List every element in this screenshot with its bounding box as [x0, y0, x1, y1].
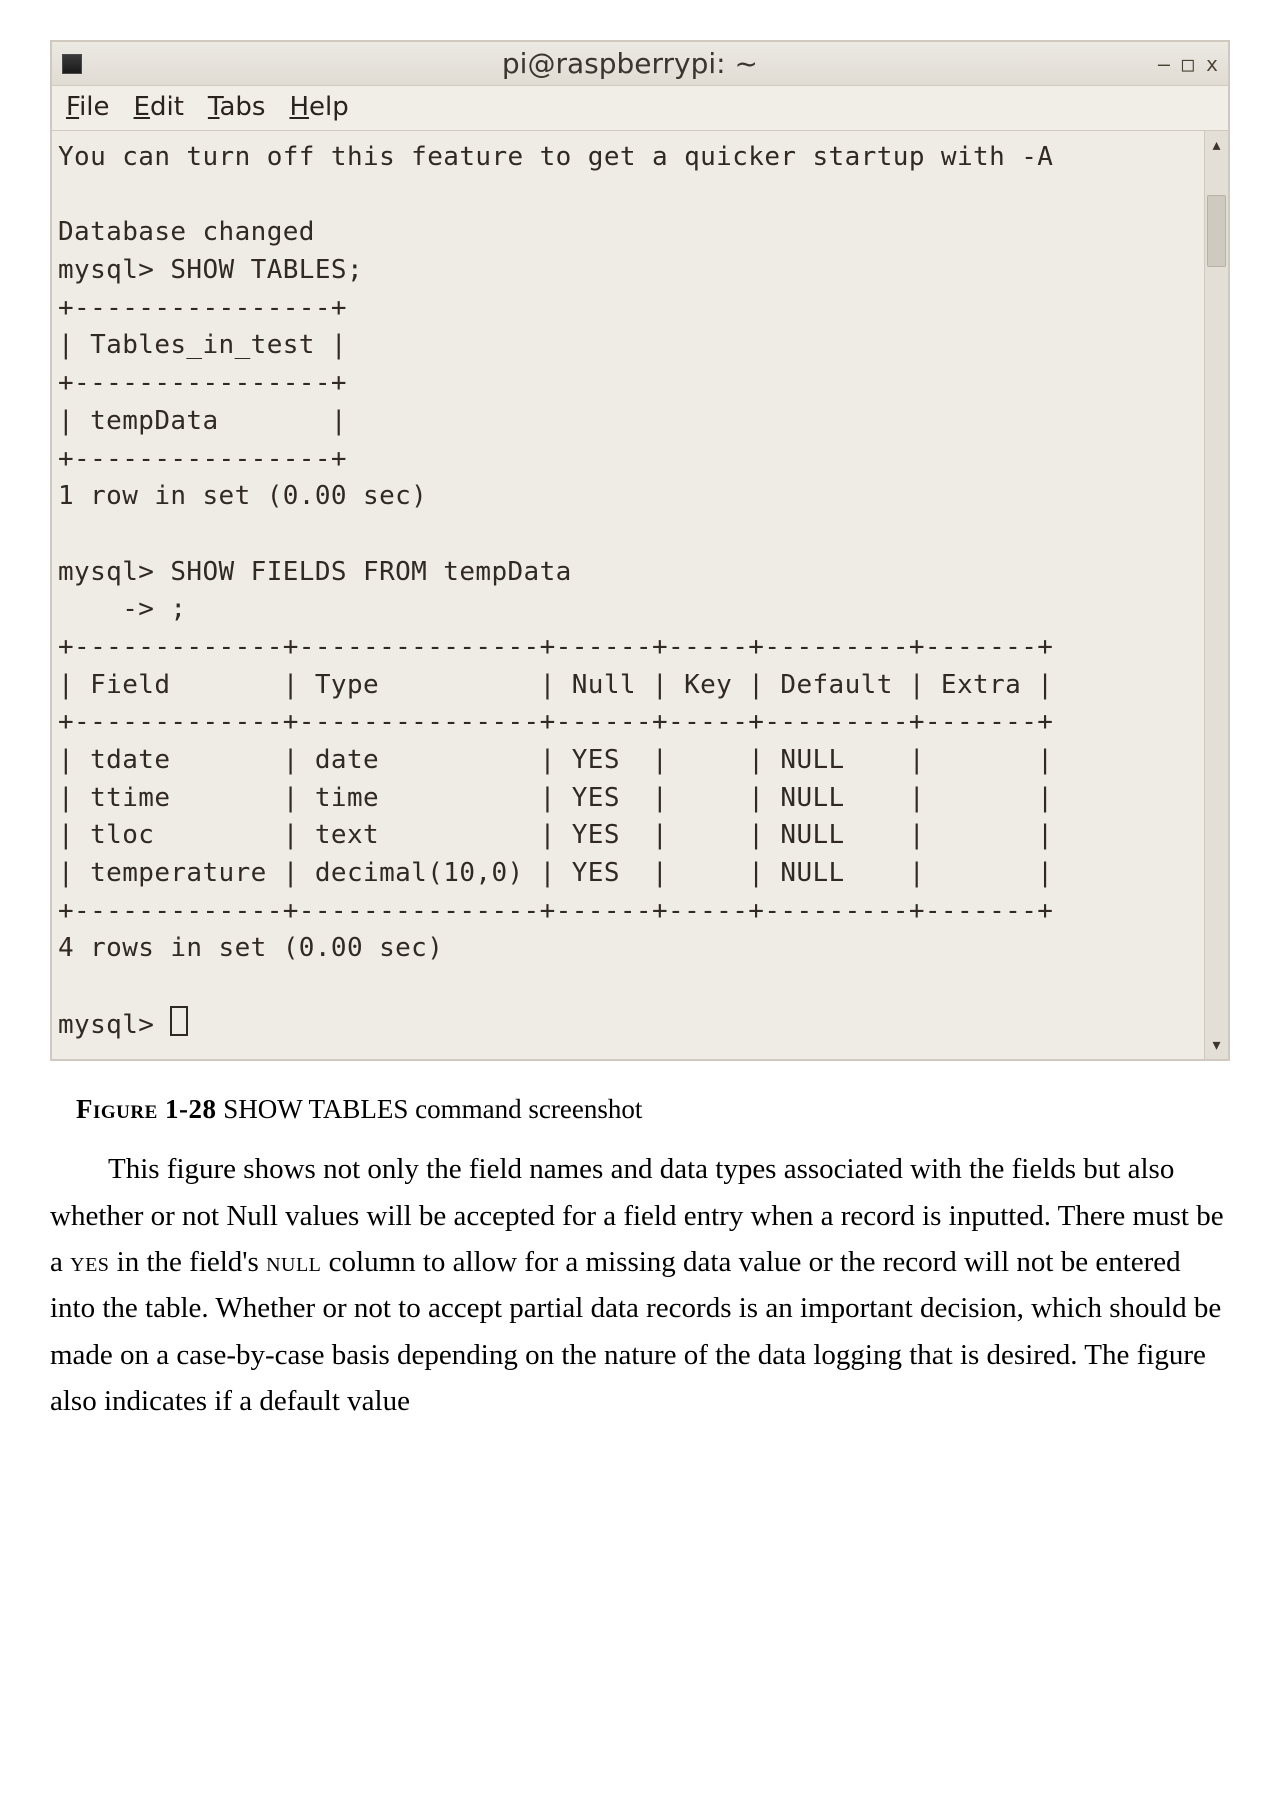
minimize-button[interactable]: –	[1158, 54, 1170, 74]
terminal-line: +----------------+	[58, 368, 347, 398]
scroll-down-icon[interactable]: ▾	[1212, 1035, 1220, 1055]
menu-file[interactable]: File	[66, 92, 110, 122]
close-button[interactable]: x	[1206, 54, 1218, 74]
scroll-thumb[interactable]	[1207, 195, 1226, 267]
maximize-button[interactable]: □	[1182, 54, 1194, 74]
terminal-line: +-------------+---------------+------+--…	[58, 896, 1053, 926]
menu-help[interactable]: Help	[289, 92, 348, 122]
terminal-line: +----------------+	[58, 444, 347, 474]
scroll-track[interactable]	[1205, 155, 1228, 1035]
terminal-prompt: mysql>	[58, 1010, 170, 1040]
terminal-body-wrap: You can turn off this feature to get a q…	[52, 131, 1228, 1059]
terminal-line: | Tables_in_test |	[58, 330, 347, 360]
menu-edit[interactable]: Edit	[134, 92, 184, 122]
titlebar: pi@raspberrypi: ~ – □ x	[52, 42, 1228, 86]
body-paragraph: This figure shows not only the field nam…	[50, 1146, 1230, 1424]
scroll-up-icon[interactable]: ▴	[1212, 135, 1220, 155]
terminal-line: 4 rows in set (0.00 sec)	[58, 933, 443, 963]
paragraph-null-word: null	[266, 1246, 321, 1278]
terminal-window: pi@raspberrypi: ~ – □ x File Edit Tabs H…	[50, 40, 1230, 1061]
titlebar-left	[62, 54, 102, 74]
terminal-line: -> ;	[58, 594, 186, 624]
terminal-line: | ttime | time | YES | | NULL | |	[58, 783, 1053, 813]
paragraph-yes-word: yes	[70, 1246, 109, 1278]
paragraph-segment: in the field's	[109, 1246, 266, 1278]
terminal-output[interactable]: You can turn off this feature to get a q…	[52, 131, 1204, 1059]
terminal-line: +-------------+---------------+------+--…	[58, 632, 1053, 662]
terminal-line: +-------------+---------------+------+--…	[58, 707, 1053, 737]
terminal-line: mysql> SHOW FIELDS FROM tempData	[58, 557, 572, 587]
menubar: File Edit Tabs Help	[52, 86, 1228, 131]
figure-id: Figure 1-28	[76, 1094, 217, 1124]
terminal-line: You can turn off this feature to get a q…	[58, 142, 1053, 172]
terminal-line: +----------------+	[58, 293, 347, 323]
terminal-line: | temperature | decimal(10,0) | YES | | …	[58, 858, 1053, 888]
terminal-line: 1 row in set (0.00 sec)	[58, 481, 427, 511]
terminal-line: | tempData |	[58, 406, 347, 436]
terminal-line: mysql> SHOW TABLES;	[58, 255, 363, 285]
figure-caption: Figure 1-28 SHOW TABLES command screensh…	[76, 1091, 1230, 1129]
window-title: pi@raspberrypi: ~	[102, 47, 1158, 80]
menu-tabs[interactable]: Tabs	[208, 92, 266, 122]
cursor-icon	[170, 1006, 188, 1036]
figure-caption-text: SHOW TABLES command screenshot	[217, 1094, 643, 1124]
window-controls: – □ x	[1158, 54, 1218, 74]
page: pi@raspberrypi: ~ – □ x File Edit Tabs H…	[0, 0, 1280, 1485]
terminal-line: | tloc | text | YES | | NULL | |	[58, 820, 1053, 850]
app-icon	[62, 54, 82, 74]
scrollbar[interactable]: ▴ ▾	[1204, 131, 1228, 1059]
terminal-line: | tdate | date | YES | | NULL | |	[58, 745, 1053, 775]
terminal-line: Database changed	[58, 217, 315, 247]
terminal-line: | Field | Type | Null | Key | Default | …	[58, 670, 1053, 700]
